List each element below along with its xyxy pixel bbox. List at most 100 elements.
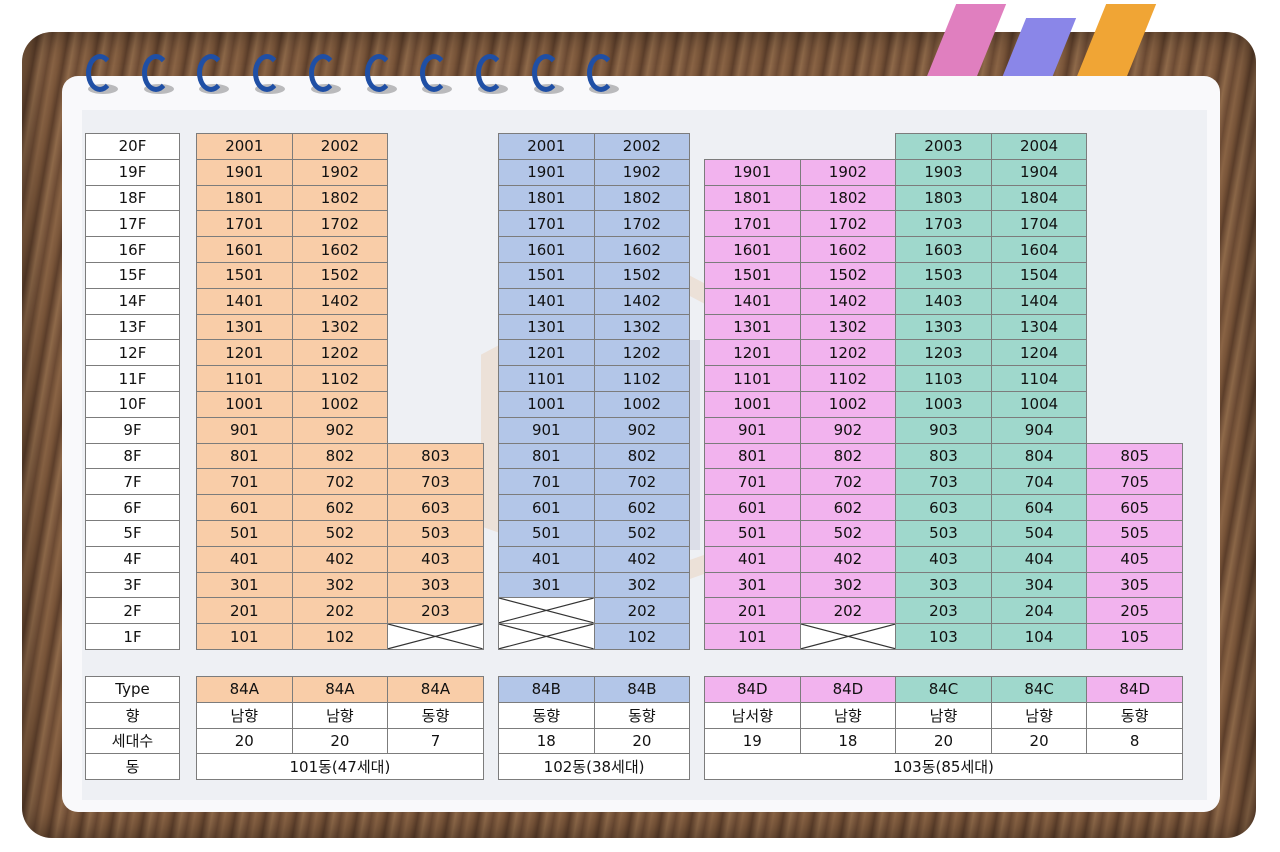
unit-cell-101: 901 <box>196 416 293 444</box>
floor-label: 2F <box>85 597 180 625</box>
unit-cell-103: 703 <box>895 468 992 496</box>
unit-cell-103: 1904 <box>990 158 1088 186</box>
unit-cell-101: 1901 <box>196 158 293 186</box>
unit-cell-101: 1902 <box>291 158 389 186</box>
unit-cell-103: 805 <box>1086 442 1183 470</box>
unit-cell-101: 601 <box>196 494 293 521</box>
no-unit-cross-cell <box>799 623 897 650</box>
unit-cell-103: 204 <box>990 597 1088 625</box>
unit-cell-101: 902 <box>291 416 389 444</box>
unit-cell-103: 1304 <box>990 313 1088 341</box>
floor-label: 4F <box>85 545 180 573</box>
unit-cell-101: 1302 <box>291 313 389 341</box>
binder-ring-icon <box>420 54 453 96</box>
unit-cell-103: 403 <box>895 545 992 573</box>
unit-cell-102: 601 <box>498 494 595 521</box>
unit-cell-103: 504 <box>990 520 1088 547</box>
unit-cell-101: 1001 <box>196 391 293 418</box>
no-unit-cross-cell <box>387 623 484 650</box>
unit-cell-103: 303 <box>895 571 992 599</box>
unit-cell-103: 201 <box>704 597 801 625</box>
unit-cell-103: 104 <box>990 623 1088 650</box>
unit-cell-101: 801 <box>196 442 293 470</box>
unit-cell-101: 101 <box>196 623 293 650</box>
unit-cell-103: 1802 <box>799 184 897 212</box>
floor-label: 11F <box>85 365 180 392</box>
unit-cell-103: 1203 <box>895 339 992 367</box>
unit-cell-103: 1503 <box>895 262 992 289</box>
summary-households-cell: 18 <box>799 727 897 755</box>
unit-cell-101: 203 <box>387 597 484 625</box>
unit-cell-103: 1204 <box>990 339 1088 367</box>
unit-cell-101: 803 <box>387 442 484 470</box>
unit-cell-103: 1901 <box>704 158 801 186</box>
unit-cell-101: 1401 <box>196 287 293 315</box>
unit-cell-103: 904 <box>990 416 1088 444</box>
summary-directions-cell: 남향 <box>291 701 389 729</box>
unit-cell-102: 1401 <box>498 287 595 315</box>
unit-cell-103: 605 <box>1086 494 1183 521</box>
unit-cell-103: 2003 <box>895 133 992 160</box>
unit-cell-103: 2004 <box>990 133 1088 160</box>
unit-cell-101: 1502 <box>291 262 389 289</box>
unit-cell-103: 402 <box>799 545 897 573</box>
unit-cell-101: 1802 <box>291 184 389 212</box>
building-total-cell: 103동(85세대) <box>704 753 1183 781</box>
unit-cell-103: 1401 <box>704 287 801 315</box>
floor-label: 15F <box>85 262 180 289</box>
unit-cell-101: 1301 <box>196 313 293 341</box>
unit-cell-102: 1001 <box>498 391 595 418</box>
unit-cell-103: 602 <box>799 494 897 521</box>
unit-cell-102: 202 <box>593 597 691 625</box>
unit-cell-102: 801 <box>498 442 595 470</box>
unit-cell-102: 1101 <box>498 365 595 392</box>
summary-directions-cell: 남향 <box>799 701 897 729</box>
binder-ring-icon <box>587 54 620 96</box>
unit-cell-101: 1602 <box>291 236 389 263</box>
unit-cell-101: 602 <box>291 494 389 521</box>
unit-cell-103: 401 <box>704 545 801 573</box>
summary-row-label: 향 <box>85 701 180 729</box>
summary-directions-cell: 동향 <box>387 701 484 729</box>
unit-cell-103: 903 <box>895 416 992 444</box>
unit-cell-101: 1701 <box>196 210 293 238</box>
unit-cell-101: 1402 <box>291 287 389 315</box>
unit-cell-101: 1002 <box>291 391 389 418</box>
unit-cell-103: 804 <box>990 442 1088 470</box>
summary-row-label: Type <box>85 676 180 703</box>
binder-ring-icon <box>253 54 286 96</box>
unit-cell-102: 102 <box>593 623 691 650</box>
unit-cell-103: 803 <box>895 442 992 470</box>
unit-cell-101: 701 <box>196 468 293 496</box>
floor-label: 12F <box>85 339 180 367</box>
floor-label: 18F <box>85 184 180 212</box>
floor-label: 7F <box>85 468 180 496</box>
unit-cell-103: 1602 <box>799 236 897 263</box>
unit-cell-103: 404 <box>990 545 1088 573</box>
summary-households-cell: 8 <box>1086 727 1183 755</box>
unit-cell-101: 1102 <box>291 365 389 392</box>
binder-ring-icon <box>531 54 564 96</box>
unit-cell-103: 1003 <box>895 391 992 418</box>
unit-cell-103: 1902 <box>799 158 897 186</box>
no-unit-cross-cell <box>498 623 595 650</box>
unit-cell-103: 1702 <box>799 210 897 238</box>
unit-cell-102: 1801 <box>498 184 595 212</box>
summary-households-cell: 20 <box>895 727 992 755</box>
summary-households-cell: 18 <box>498 727 595 755</box>
unit-cell-101: 1702 <box>291 210 389 238</box>
unit-cell-101: 502 <box>291 520 389 547</box>
summary-types-cell: 84B <box>498 676 595 703</box>
summary-types-cell: 84D <box>704 676 801 703</box>
building-total-cell: 101동(47세대) <box>196 753 484 781</box>
binder-ring-icon <box>308 54 341 96</box>
unit-cell-101: 102 <box>291 623 389 650</box>
unit-cell-102: 1802 <box>593 184 691 212</box>
summary-row-label: 동 <box>85 753 180 781</box>
unit-cell-101: 301 <box>196 571 293 599</box>
unit-cell-102: 501 <box>498 520 595 547</box>
unit-cell-103: 1701 <box>704 210 801 238</box>
unit-cell-102: 301 <box>498 571 595 599</box>
unit-cell-103: 1601 <box>704 236 801 263</box>
floor-label: 10F <box>85 391 180 418</box>
